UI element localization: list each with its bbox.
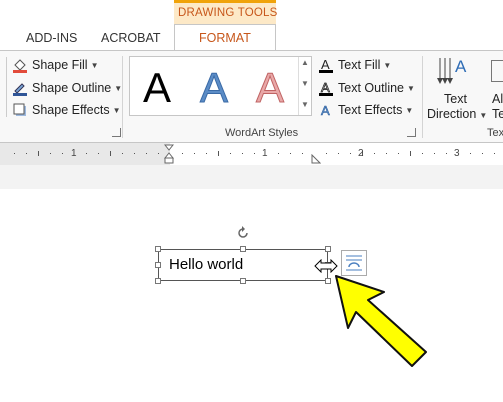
text-effects-label: Text Effects [338, 103, 403, 117]
chevron-down-icon: ▼ [114, 83, 123, 93]
wordart-style-black[interactable]: A [143, 64, 171, 112]
chevron-down-icon: ▼ [112, 105, 121, 115]
text-fill-button[interactable]: A Text Fill ▼ [318, 55, 391, 75]
text-direction-icon[interactable]: A [434, 54, 474, 90]
resize-handle[interactable] [240, 278, 246, 284]
ruler-mark-2: 2 [358, 148, 364, 159]
resize-handle[interactable] [155, 246, 161, 252]
wordart-style-red[interactable]: A [255, 64, 284, 112]
tab-add-ins[interactable]: ADD-INS [26, 31, 77, 45]
tab-format-label[interactable]: FORMAT [199, 31, 251, 45]
resize-handle[interactable] [155, 262, 161, 268]
align-text-label-line1[interactable]: Al [492, 92, 503, 106]
text-outline-button[interactable]: A Text Outline ▼ [318, 78, 415, 98]
gallery-up-icon[interactable]: ▲ [301, 58, 309, 67]
paint-bucket-icon [12, 57, 28, 73]
ruler-mark-1: 1 [71, 148, 77, 159]
text-direction-label-line2: Direction [427, 107, 477, 121]
text-direction-button-label[interactable]: Direction ▼ [427, 107, 487, 121]
shape-fill-button[interactable]: Shape Fill ▼ [12, 55, 99, 75]
shape-effects-label: Shape Effects [32, 103, 110, 117]
yellow-arrow-icon [330, 270, 440, 370]
ruler-mark-1b: 1 [262, 148, 268, 159]
wordart-styles-group-label: WordArt Styles [225, 127, 299, 139]
drawing-tools-label: DRAWING TOOLS [178, 7, 278, 19]
shape-effects-button[interactable]: Shape Effects ▼ [12, 100, 121, 120]
dialog-launcher-icon[interactable] [112, 128, 121, 137]
ruler-mark-3: 3 [454, 148, 460, 159]
shape-outline-label: Shape Outline [32, 81, 112, 95]
svg-text:A: A [321, 80, 330, 95]
align-text-icon[interactable] [491, 60, 503, 82]
svg-text:A: A [455, 57, 467, 76]
group-separator [422, 56, 423, 138]
gallery-down-icon[interactable]: ▼ [301, 79, 309, 88]
gallery-more-icon[interactable]: ▼ [301, 100, 309, 109]
chevron-down-icon: ▼ [90, 60, 99, 70]
clipped-group-edge [0, 57, 7, 117]
text-group-label: Tex [487, 127, 503, 139]
wordart-style-blue[interactable]: A [199, 64, 228, 112]
pencil-icon [12, 80, 28, 96]
text-outline-label: Text Outline [338, 81, 405, 95]
chevron-down-icon: ▼ [383, 60, 392, 70]
indent-marker-icon[interactable] [163, 144, 175, 164]
text-box-content[interactable]: Hello world [169, 256, 243, 273]
resize-handle[interactable] [240, 246, 246, 252]
svg-text:A: A [321, 103, 330, 118]
document-top-margin [0, 165, 503, 189]
group-separator [122, 56, 123, 138]
shape-effects-icon [12, 102, 28, 118]
align-text-label-line2[interactable]: Te [492, 107, 503, 121]
text-fill-label: Text Fill [338, 58, 381, 72]
chevron-down-icon: ▼ [407, 83, 415, 93]
chevron-down-icon: ▼ [479, 111, 488, 120]
tab-acrobat[interactable]: ACROBAT [101, 31, 161, 45]
text-effects-icon: A [318, 102, 334, 119]
svg-text:A: A [321, 57, 330, 72]
chevron-down-icon: ▼ [405, 105, 414, 115]
dialog-launcher-icon[interactable] [407, 128, 416, 137]
right-indent-marker-icon[interactable] [311, 151, 322, 164]
text-fill-icon: A [318, 57, 334, 73]
shape-outline-button[interactable]: Shape Outline ▼ [12, 78, 122, 98]
resize-handle[interactable] [155, 278, 161, 284]
shape-fill-label: Shape Fill [32, 58, 88, 72]
resize-handle[interactable] [325, 246, 331, 252]
text-outline-icon: A [318, 80, 334, 96]
rotate-handle-icon[interactable] [236, 226, 250, 240]
text-direction-label-line1[interactable]: Text [444, 92, 467, 106]
text-effects-button[interactable]: A Text Effects ▼ [318, 100, 414, 120]
